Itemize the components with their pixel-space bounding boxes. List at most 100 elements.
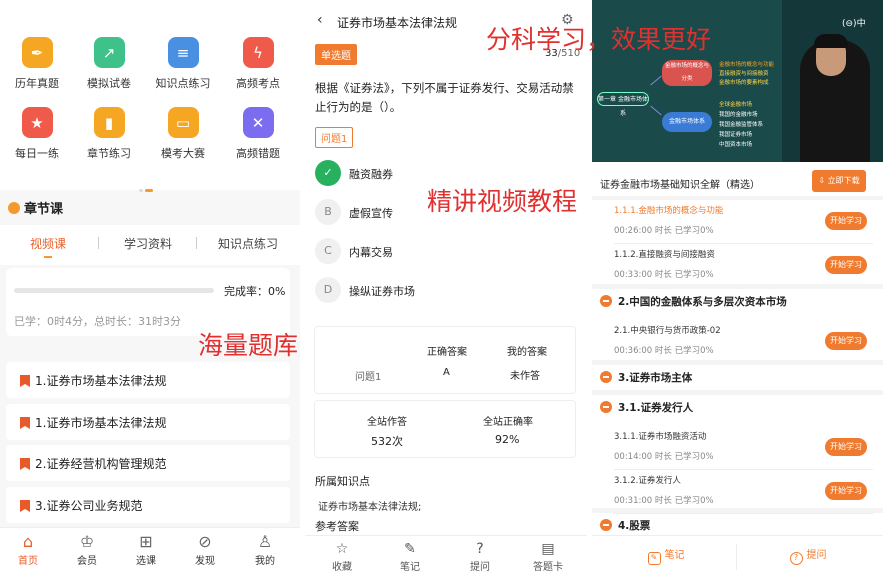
star-outline-icon: ☆: [335, 541, 349, 557]
nav-home[interactable]: ⌂ 首页: [3, 532, 53, 567]
option-key: D: [315, 277, 341, 303]
question-icon: ?: [789, 552, 803, 565]
overlay-caption-video: 精讲视频教程: [427, 187, 578, 216]
mindmap-node: 金融市场的概念与分类: [662, 60, 712, 86]
row-question-label: 问题1: [355, 372, 382, 383]
star-icon: ★: [21, 107, 53, 138]
start-learning-button[interactable]: 开始学习: [825, 332, 867, 350]
pen-icon: ✒: [21, 37, 53, 68]
section-title: 章节课: [8, 198, 63, 217]
tab-divider: [196, 237, 197, 249]
my-answer-value: 未作答: [510, 371, 540, 382]
chapter-item[interactable]: 3.证券公司业务规范: [6, 487, 290, 523]
chapter-header[interactable]: 3.1.证券发行人: [592, 396, 883, 420]
divider-gap: [592, 360, 883, 365]
mindmap-node: 金融市场体系: [662, 112, 712, 132]
download-button[interactable]: ⇩ 立即下载: [812, 170, 866, 192]
grid-item-hot-points[interactable]: ϟ 高频考点: [221, 37, 295, 91]
progress-bar: [14, 288, 214, 293]
col-my-answer: 我的答案: [507, 347, 547, 358]
home-icon: ⌂: [22, 532, 34, 551]
grid-item-mock-papers[interactable]: ↗ 模拟试卷: [72, 37, 146, 91]
chapter-item[interactable]: 2.证券经营机构管理规范: [6, 445, 290, 481]
lecturer-hair: [814, 34, 848, 48]
grid-item-past-exams[interactable]: ✒ 历年真题: [0, 37, 74, 91]
wrong-icon: ✕: [242, 107, 274, 138]
option-c[interactable]: C 内幕交易: [315, 238, 575, 264]
stat-total-label: 全站作答: [367, 417, 407, 428]
tab-video[interactable]: 视频课: [30, 235, 66, 252]
mindmap-leaf: 全球金融市场: [719, 102, 753, 108]
lesson-meta: 00:31:00 时长 已学习0%: [614, 496, 714, 506]
start-learning-button[interactable]: 开始学习: [825, 256, 867, 274]
ask-button[interactable]: ? 提问: [748, 546, 868, 565]
user-icon: ♙: [257, 532, 273, 551]
ask-button[interactable]: ? 提问: [455, 540, 505, 573]
collapse-icon: [600, 295, 612, 307]
home-screen: ✒ 历年真题 ↗ 模拟试卷 ≡ 知识点练习 ϟ 高频考点 ★ 每日一练 ▮ 章节练习 ▭ 模考…: [0, 0, 300, 578]
video-brand: (⊖)中: [842, 19, 866, 29]
feature-grid: ✒ 历年真题 ↗ 模拟试卷 ≡ 知识点练习 ϟ 高频考点 ★ 每日一练 ▮ 章节练习 ▭ 模考…: [0, 0, 300, 192]
start-learning-button[interactable]: 开始学习: [825, 212, 867, 230]
grid-item-knowledge-practice[interactable]: ≡ 知识点练习: [146, 37, 220, 91]
tab-materials[interactable]: 学习资料: [124, 235, 172, 252]
tab-divider: [98, 237, 99, 249]
lesson-meta: 00:26:00 时长 已学习0%: [614, 226, 714, 236]
mindmap-leaf: 中国资本市场: [719, 142, 753, 148]
note-icon: ✎: [647, 552, 661, 565]
nav-member[interactable]: ♔ 会员: [62, 532, 112, 567]
chapter-item[interactable]: 1.证券市场基本法律法规: [6, 362, 290, 398]
question-type-badge: 单选题: [315, 44, 357, 65]
doc-icon: ≡: [167, 37, 199, 68]
lesson-title: 2.1.中央银行与货币政策-02: [614, 326, 721, 336]
option-d[interactable]: D 操纵证券市场: [315, 277, 575, 303]
chapter-header[interactable]: 3.证券市场主体: [592, 366, 883, 390]
chapter-item[interactable]: 1.证券市场基本法律法规: [6, 404, 290, 440]
grid-item-daily[interactable]: ★ 每日一练: [0, 107, 74, 161]
nav-courses[interactable]: ⊞ 选课: [121, 532, 171, 567]
course-tabs: 视频课 学习资料 知识点练习: [0, 225, 300, 265]
back-icon[interactable]: ‹: [317, 12, 323, 28]
compass-icon: ⊘: [198, 532, 212, 551]
lesson-item[interactable]: 1.1.1.金融市场的概念与功能 00:26:00 时长 已学习0% 开始学习: [592, 200, 883, 244]
bookmark-icon: [20, 375, 30, 387]
nav-discover[interactable]: ⊘ 发现: [180, 532, 230, 567]
note-button[interactable]: ✎ 笔记: [385, 540, 435, 573]
option-key: C: [315, 238, 341, 264]
lightning-icon: ϟ: [242, 37, 274, 68]
lesson-meta: 00:14:00 时长 已学习0%: [614, 452, 714, 462]
lesson-meta: 00:36:00 时长 已学习0%: [614, 346, 714, 356]
grid-item-chapter-practice[interactable]: ▮ 章节练习: [72, 107, 146, 161]
divider-gap: [592, 508, 883, 513]
answer-card-button[interactable]: ▤ 答题卡: [523, 540, 573, 573]
chapter-header[interactable]: 2.中国的金融体系与多层次资本市场: [592, 290, 883, 314]
grid-item-mock-contest[interactable]: ▭ 模考大赛: [146, 107, 220, 161]
knowledge-value: 证券市场基本法律法规;: [318, 502, 422, 513]
start-learning-button[interactable]: 开始学习: [825, 438, 867, 456]
correct-answer-value: A: [443, 367, 450, 378]
favorite-button[interactable]: ☆ 收藏: [317, 540, 367, 573]
course-title: 证券金融市场基础知识全解（精选）: [600, 180, 760, 191]
lesson-item[interactable]: 2.1.中央银行与货币政策-02 00:36:00 时长 已学习0% 开始学习: [592, 320, 883, 364]
page-indicator: [139, 177, 157, 192]
collapse-icon: [600, 371, 612, 383]
lesson-title: 3.1.2.证券发行人: [614, 476, 681, 486]
collapse-icon: [600, 401, 612, 413]
lesson-title: 1.1.2.直接融资与间接融资: [614, 250, 715, 260]
stat-rate-label: 全站正确率: [483, 417, 533, 428]
grid-item-hot-wrong[interactable]: ✕ 高频错题: [221, 107, 295, 161]
crown-icon: ♔: [79, 532, 95, 551]
tab-knowledge[interactable]: 知识点练习: [218, 235, 278, 252]
nav-me[interactable]: ♙ 我的: [240, 532, 290, 567]
lesson-item[interactable]: 1.1.2.直接融资与间接融资 00:33:00 时长 已学习0% 开始学习: [592, 244, 883, 288]
note-button[interactable]: ✎ 笔记: [606, 546, 726, 565]
reference-title: 参考答案: [315, 520, 359, 533]
lesson-item[interactable]: 3.1.1.证券市场融资活动 00:14:00 时长 已学习0% 开始学习: [592, 426, 883, 470]
start-learning-button[interactable]: 开始学习: [825, 482, 867, 500]
mindmap-leaf: 金融市场的概念与功能: [719, 62, 775, 68]
monitor-icon: ▭: [167, 107, 199, 138]
course-bottom-bar: ✎ 笔记 ? 提问: [592, 535, 883, 578]
overlay-caption-subjects: 分科学习，效果更好: [486, 25, 712, 54]
tab-underline: [44, 256, 52, 258]
mindmap-leaf: 我国金融监管体系: [719, 122, 764, 128]
